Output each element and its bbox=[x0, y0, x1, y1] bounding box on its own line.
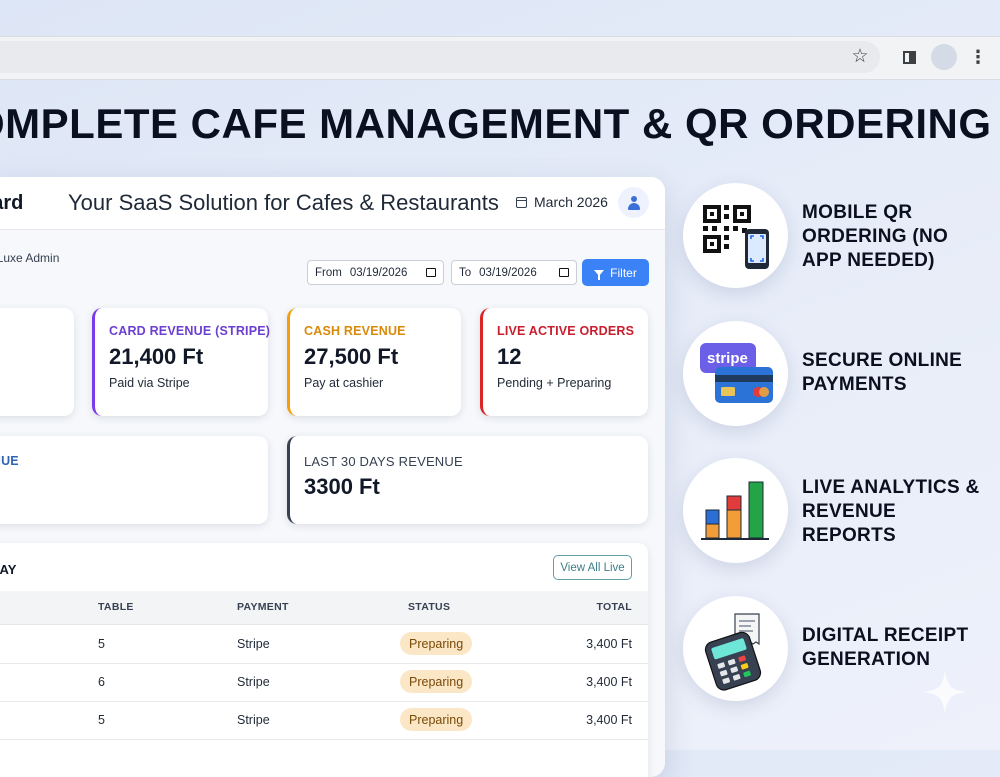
cell-total: 3,400 Ft bbox=[586, 713, 632, 727]
column-header-table[interactable]: TABLE bbox=[98, 601, 134, 613]
status-badge: Preparing bbox=[400, 632, 473, 655]
cell-table: 6 bbox=[98, 675, 105, 689]
feature-live-analytics: LIVE ANALYTICS & REVENUE REPORTS bbox=[683, 458, 1000, 568]
calendar-icon bbox=[516, 196, 527, 208]
filter-button-label: Filter bbox=[610, 265, 637, 280]
admin-label: afeLuxe Admin bbox=[0, 251, 60, 265]
stat-label: LAST 30 DAYS REVENUE bbox=[304, 454, 463, 469]
orders-title: ODAY bbox=[0, 562, 17, 577]
bar-chart-icon bbox=[701, 481, 769, 540]
to-value: 03/19/2026 bbox=[479, 266, 537, 279]
stat-card-cash-revenue: CASH REVENUE 27,500 Ft Pay at cashier bbox=[287, 308, 461, 416]
filter-button[interactable]: Filter bbox=[582, 259, 649, 286]
cell-table: 5 bbox=[98, 637, 105, 651]
more-menu-icon[interactable]: ⋮ bbox=[966, 45, 990, 69]
dashboard-subtitle: Your SaaS Solution for Cafes & Restauran… bbox=[68, 190, 499, 215]
page-headline: OMPLETE CAFE MANAGEMENT & QR ORDERING bbox=[0, 100, 992, 147]
stat-card-card-revenue: CARD REVENUE (STRIPE) 21,400 Ft Paid via… bbox=[92, 308, 271, 416]
sparkle-icon bbox=[923, 670, 967, 714]
table-row[interactable]: 5 Stripe Preparing 3,400 Ft bbox=[0, 701, 648, 740]
month-label: March 2026 bbox=[534, 194, 608, 210]
cell-payment: Stripe bbox=[237, 637, 270, 651]
feature-label: MOBILE QR ORDERING (NO APP NEEDED) bbox=[802, 202, 949, 271]
stat-label: LIVE ACTIVE ORDERS bbox=[497, 324, 635, 338]
table-row[interactable]: 6 Stripe Preparing 3,400 Ft bbox=[0, 663, 648, 702]
to-date-input[interactable]: To 03/19/2026 bbox=[451, 260, 577, 285]
stat-card-total-revenue: UE Ft bbox=[0, 308, 74, 416]
browser-toolbar: ☆ ⋮ bbox=[0, 36, 1000, 80]
stat-subtext: Pay at cashier bbox=[304, 376, 384, 390]
qr-code-phone-icon bbox=[703, 205, 769, 269]
feature-icon-circle bbox=[683, 183, 788, 288]
table-row[interactable]: 5 Stripe Preparing 3,400 Ft bbox=[0, 625, 648, 664]
stripe-card-icon: stripe bbox=[700, 343, 773, 403]
stat-label: REVENUE bbox=[0, 454, 19, 468]
table-header: TABLE PAYMENT STATUS TOTAL bbox=[0, 591, 648, 625]
feature-label: DIGITAL RECEIPT GENERATION bbox=[802, 625, 969, 670]
calendar-icon[interactable] bbox=[426, 268, 436, 277]
cell-total: 3,400 Ft bbox=[586, 637, 632, 651]
column-header-total[interactable]: TOTAL bbox=[596, 601, 632, 613]
stat-value: 12 bbox=[497, 344, 522, 369]
user-icon bbox=[627, 195, 641, 210]
user-menu-button[interactable] bbox=[618, 187, 649, 218]
dashboard-title: oard bbox=[0, 192, 24, 214]
stat-subtext: Pending + Preparing bbox=[497, 376, 612, 390]
stat-value: 3300 Ft bbox=[304, 474, 380, 499]
from-value: 03/19/2026 bbox=[349, 266, 408, 279]
feature-secure-payments: stripe SECURE ONLINE PAYMENTS bbox=[683, 321, 1000, 431]
feature-icon-circle: stripe bbox=[683, 321, 788, 426]
status-badge: Preparing bbox=[400, 708, 473, 731]
to-label: To bbox=[459, 266, 472, 279]
cell-total: 3,400 Ft bbox=[586, 675, 632, 689]
stat-label: CARD REVENUE (STRIPE) bbox=[109, 324, 271, 338]
cell-payment: Stripe bbox=[237, 713, 270, 727]
stat-card-revenue: REVENUE bbox=[0, 436, 268, 524]
side-panel-icon[interactable] bbox=[897, 45, 921, 69]
payment-terminal-receipt-icon bbox=[704, 613, 762, 691]
dashboard-header: oard Your SaaS Solution for Cafes & Rest… bbox=[0, 177, 665, 230]
feature-mobile-qr: MOBILE QR ORDERING (NO APP NEEDED) bbox=[683, 183, 1000, 293]
status-badge: Preparing bbox=[400, 670, 473, 693]
funnel-icon bbox=[594, 269, 605, 280]
stat-subtext: Paid via Stripe bbox=[109, 376, 190, 390]
stat-label: CASH REVENUE bbox=[304, 324, 406, 338]
address-bar[interactable] bbox=[0, 41, 880, 73]
from-date-input[interactable]: From 03/19/2026 bbox=[307, 260, 444, 285]
column-header-payment[interactable]: PAYMENT bbox=[237, 601, 289, 613]
stat-value: 27,500 Ft bbox=[304, 344, 399, 369]
feature-label: LIVE ANALYTICS & REVENUE REPORTS bbox=[802, 477, 980, 546]
dashboard-card: oard Your SaaS Solution for Cafes & Rest… bbox=[0, 177, 665, 777]
feature-label: SECURE ONLINE PAYMENTS bbox=[802, 350, 963, 395]
stat-value: 21,400 Ft bbox=[109, 344, 204, 369]
month-selector[interactable]: March 2026 bbox=[516, 194, 608, 210]
cell-table: 5 bbox=[98, 713, 105, 727]
feature-icon-circle bbox=[683, 596, 788, 701]
orders-table-card: ODAY View All Live TABLE PAYMENT STATUS … bbox=[0, 543, 648, 777]
column-header-status[interactable]: STATUS bbox=[408, 601, 450, 613]
stat-card-live-orders: LIVE ACTIVE ORDERS 12 Pending + Preparin… bbox=[480, 308, 648, 416]
stat-card-last-30-days: LAST 30 DAYS REVENUE 3300 Ft bbox=[287, 436, 648, 524]
calendar-icon[interactable] bbox=[559, 268, 569, 277]
profile-avatar[interactable] bbox=[931, 44, 957, 70]
stripe-logo-text: stripe bbox=[707, 350, 748, 367]
bookmark-star-icon[interactable]: ☆ bbox=[848, 44, 872, 68]
feature-icon-circle bbox=[683, 458, 788, 563]
view-all-live-button[interactable]: View All Live bbox=[553, 555, 632, 580]
from-label: From bbox=[315, 266, 342, 279]
cell-payment: Stripe bbox=[237, 675, 270, 689]
